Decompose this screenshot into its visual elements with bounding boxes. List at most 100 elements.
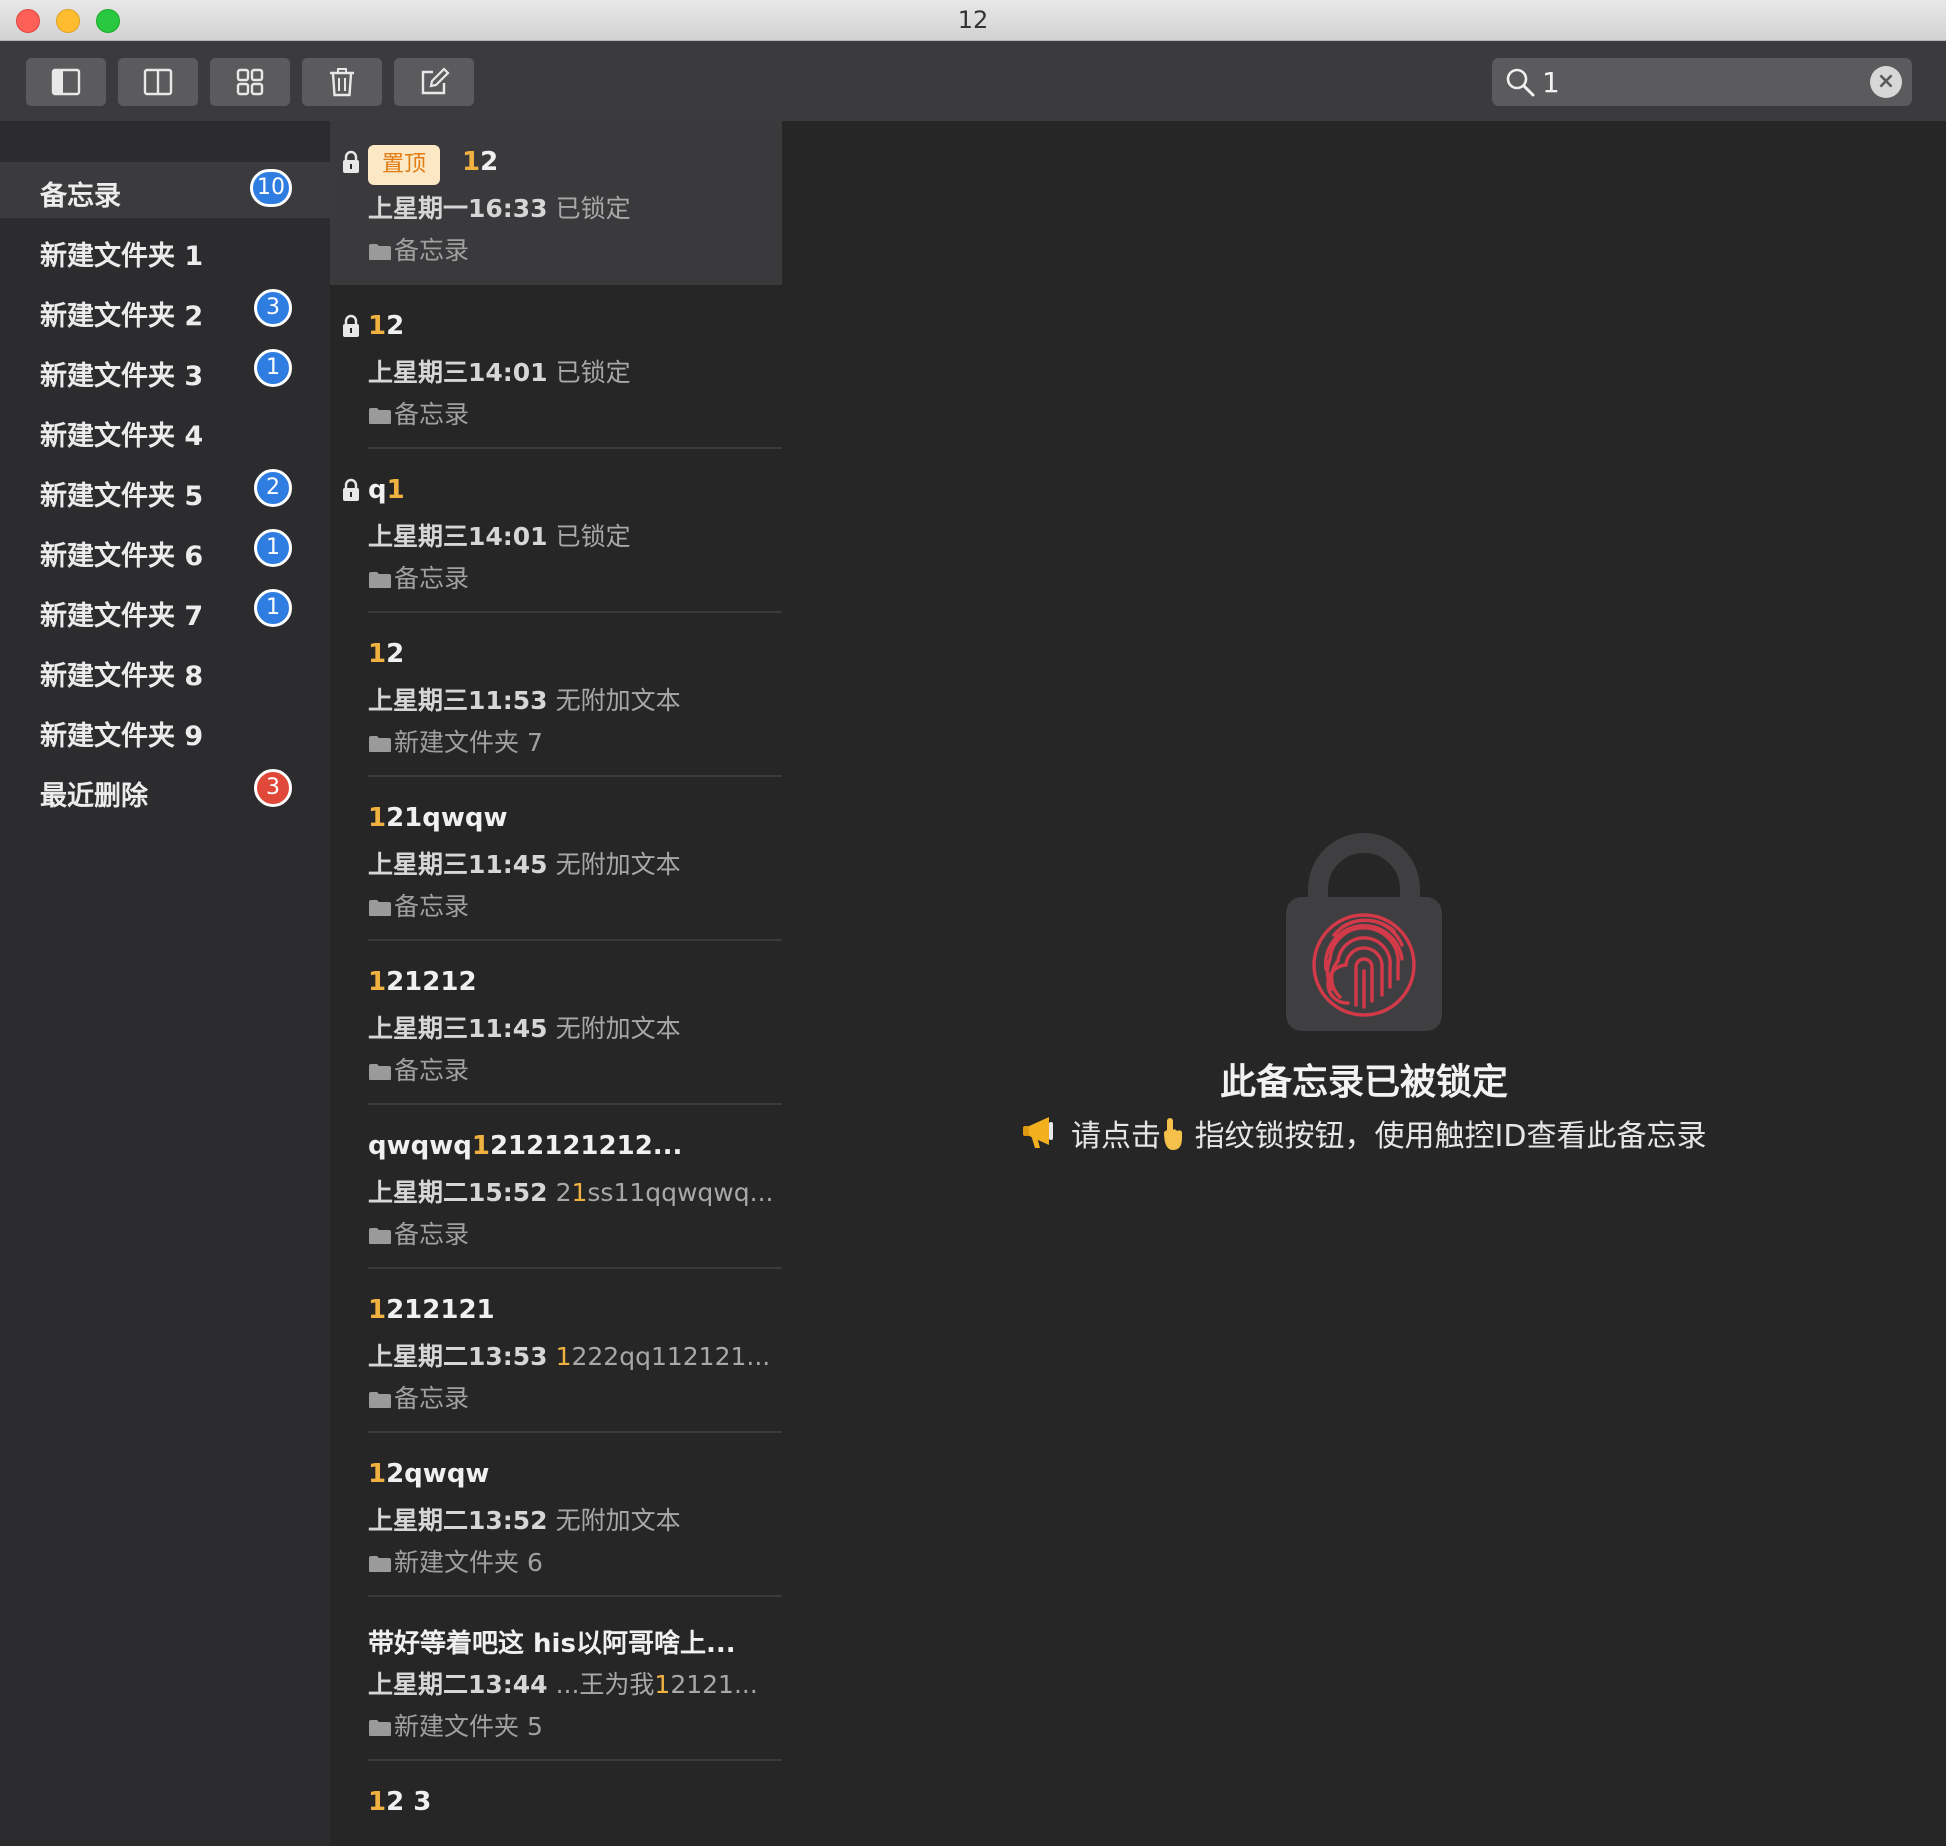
note-list-item[interactable]: 121qwqw 上星期三11:45 无附加文本 备忘录 <box>330 777 782 941</box>
note-date: 上星期三11:53 <box>368 686 548 715</box>
note-list-item[interactable]: 12 3 <box>330 1761 782 1846</box>
sidebar-item[interactable]: 新建文件夹 8 <box>0 642 330 698</box>
folder-icon <box>369 408 391 424</box>
delete-button[interactable] <box>302 58 382 106</box>
window-title: 12 <box>957 6 989 34</box>
note-folder: 新建文件夹 7 <box>368 723 543 759</box>
note-snippet-text: 2121... <box>670 1670 758 1699</box>
folder-icon <box>369 1720 391 1736</box>
note-meta: 上星期二13:44 ...王为我12121... <box>368 1665 758 1701</box>
search-match-highlight: 1 <box>368 967 387 997</box>
note-snippet-text: 无附加文本 <box>555 850 681 879</box>
count-badge: 3 <box>254 289 292 327</box>
note-title-text: 2qwqw <box>386 1459 490 1489</box>
sidebar-item[interactable]: 新建文件夹 2 3 <box>0 282 330 338</box>
note-snippet: 无附加文本 <box>556 850 681 879</box>
note-meta: 上星期二15:52 21ss11qqwqwq... <box>368 1173 773 1209</box>
sidebar-item[interactable]: 新建文件夹 6 1 <box>0 522 330 578</box>
note-folder-name: 备忘录 <box>394 1056 470 1085</box>
fingerprint-lock-icon[interactable] <box>1286 831 1442 1031</box>
note-list-item[interactable]: q1 上星期三14:01 已锁定 备忘录 <box>330 449 782 613</box>
count-badge: 1 <box>254 589 292 627</box>
grid-icon <box>236 68 264 96</box>
note-snippet: 已锁定 <box>556 522 631 551</box>
folder-icon <box>369 244 391 260</box>
note-snippet-text: 已锁定 <box>555 194 631 223</box>
note-snippet: 无附加文本 <box>556 1506 681 1535</box>
notes-list: 置顶 12 上星期一16:33 已锁定 备忘录 12 上星期三14:01 已锁定 备忘录 q1 上星… <box>330 121 782 1846</box>
sidebar-item[interactable]: 最近删除 3 <box>0 762 330 818</box>
note-folder: 备忘录 <box>368 395 469 431</box>
note-snippet-text: 无附加文本 <box>555 1014 681 1043</box>
hint-text-1: 请点击 <box>1071 1119 1162 1154</box>
note-list-item[interactable]: 1212121 上星期二13:53 1222qq112121... 备忘录 <box>330 1269 782 1433</box>
search-match-highlight: 1 <box>386 475 405 505</box>
list-view-button[interactable] <box>118 58 198 106</box>
folder-icon <box>369 736 391 752</box>
sidebar-toggle-button[interactable] <box>26 58 106 106</box>
search-match-highlight: 1 <box>368 311 387 341</box>
count-badge: 1 <box>254 349 292 387</box>
note-folder-name: 备忘录 <box>394 564 470 593</box>
note-date: 上星期二13:52 <box>368 1506 548 1535</box>
toolbar: 1 × <box>0 41 1946 121</box>
compose-button[interactable] <box>394 58 474 106</box>
sidebar-item[interactable]: 新建文件夹 1 <box>0 222 330 278</box>
search-match-highlight: 1 <box>368 803 387 833</box>
note-list-item[interactable]: 12 上星期三14:01 已锁定 备忘录 <box>330 285 782 449</box>
search-match-highlight: 1 <box>555 1342 572 1371</box>
note-list-item[interactable]: qwqwq1212121212... 上星期二15:52 21ss11qqwqwq.… <box>330 1105 782 1269</box>
folder-icon <box>369 900 391 916</box>
count-badge: 3 <box>254 769 292 807</box>
search-match-highlight: 1 <box>368 639 387 669</box>
note-meta: 上星期三11:45 无附加文本 <box>368 845 681 881</box>
count-badge: 10 <box>250 169 292 207</box>
note-folder-name: 备忘录 <box>394 1220 470 1249</box>
search-input[interactable]: 1 <box>1542 66 1560 99</box>
sidebar-item-label: 新建文件夹 9 <box>40 721 204 752</box>
note-list-item[interactable]: 置顶 12 上星期一16:33 已锁定 备忘录 <box>330 121 782 285</box>
clear-search-icon[interactable]: × <box>1870 66 1902 98</box>
sidebar-item[interactable]: 新建文件夹 9 <box>0 702 330 758</box>
note-title: qwqwq1212121212... <box>368 1131 682 1161</box>
note-detail: 此备忘录已被锁定 请点击 指纹锁按钮，使用触控ID查看此备忘录 <box>782 121 1946 1846</box>
note-list-item[interactable]: 12 上星期三11:53 无附加文本 新建文件夹 7 <box>330 613 782 777</box>
sidebar-item[interactable]: 备忘录 10 <box>0 162 330 218</box>
pinned-badge: 置顶 <box>368 145 441 185</box>
note-meta: 上星期三11:53 无附加文本 <box>368 681 681 717</box>
folder-icon <box>369 1556 391 1572</box>
sidebar-item[interactable]: 新建文件夹 5 2 <box>0 462 330 518</box>
note-date: 上星期三14:01 <box>368 358 548 387</box>
search-match-highlight: 1 <box>654 1670 671 1699</box>
count-badge: 1 <box>254 529 292 567</box>
note-title: 121qwqw <box>368 803 508 833</box>
note-date: 上星期二13:53 <box>368 1342 548 1371</box>
search-match-highlight: 1 <box>368 1787 387 1817</box>
note-title-text: 21212 <box>386 967 477 997</box>
search-field[interactable]: 1 × <box>1492 58 1912 106</box>
note-title-text: 2 3 <box>386 1787 432 1817</box>
note-folder: 备忘录 <box>368 1051 469 1087</box>
note-snippet-text: 无附加文本 <box>555 1506 681 1535</box>
sidebar-item-label: 新建文件夹 6 <box>40 541 204 572</box>
search-match-highlight: 1 <box>368 1459 387 1489</box>
sidebar-item[interactable]: 新建文件夹 4 <box>0 402 330 458</box>
note-list-item[interactable]: 121212 上星期三11:45 无附加文本 备忘录 <box>330 941 782 1105</box>
notes-window: 12 1 × 备忘录 10 新建文件夹 1 新建文件夹 2 3 新建文件夹 3 … <box>0 0 1946 1846</box>
note-folder: 新建文件夹 5 <box>368 1707 543 1743</box>
search-match-highlight: 1 <box>462 147 481 177</box>
gallery-view-button[interactable] <box>210 58 290 106</box>
note-meta: 上星期二13:52 无附加文本 <box>368 1501 681 1537</box>
note-list-item[interactable]: 带好等着吧这 his以阿哥啥上... 上星期二13:44 ...王为我12121..… <box>330 1597 782 1761</box>
note-title-text: 带好等着吧这 his以阿哥啥上... <box>368 1629 736 1659</box>
sidebar-item-label: 新建文件夹 1 <box>40 241 204 272</box>
search-icon <box>1506 68 1535 97</box>
note-title: 1212121 <box>368 1295 495 1325</box>
note-folder-name: 备忘录 <box>394 1384 470 1413</box>
sidebar-item[interactable]: 新建文件夹 3 1 <box>0 342 330 398</box>
note-folder: 备忘录 <box>368 559 469 595</box>
note-list-item[interactable]: 12qwqw 上星期二13:52 无附加文本 新建文件夹 6 <box>330 1433 782 1597</box>
note-title: 12qwqw <box>368 1459 489 1489</box>
note-title-text: 21qwqw <box>386 803 508 833</box>
sidebar-item[interactable]: 新建文件夹 7 1 <box>0 582 330 638</box>
